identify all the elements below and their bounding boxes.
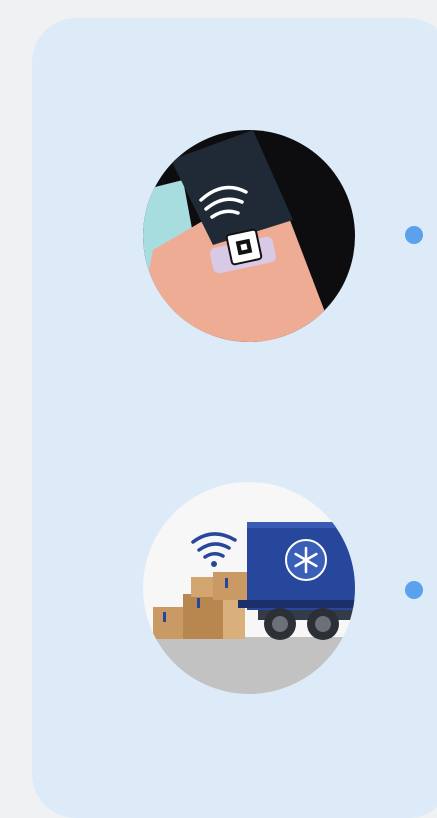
refrigerated-truck-illustration xyxy=(143,482,355,694)
wearable-tag-illustration xyxy=(143,130,355,342)
bullet-dot xyxy=(405,581,423,599)
feature-wearable-tag xyxy=(0,130,437,350)
feature-cold-chain-truck xyxy=(0,482,437,702)
bullet-dot xyxy=(405,226,423,244)
